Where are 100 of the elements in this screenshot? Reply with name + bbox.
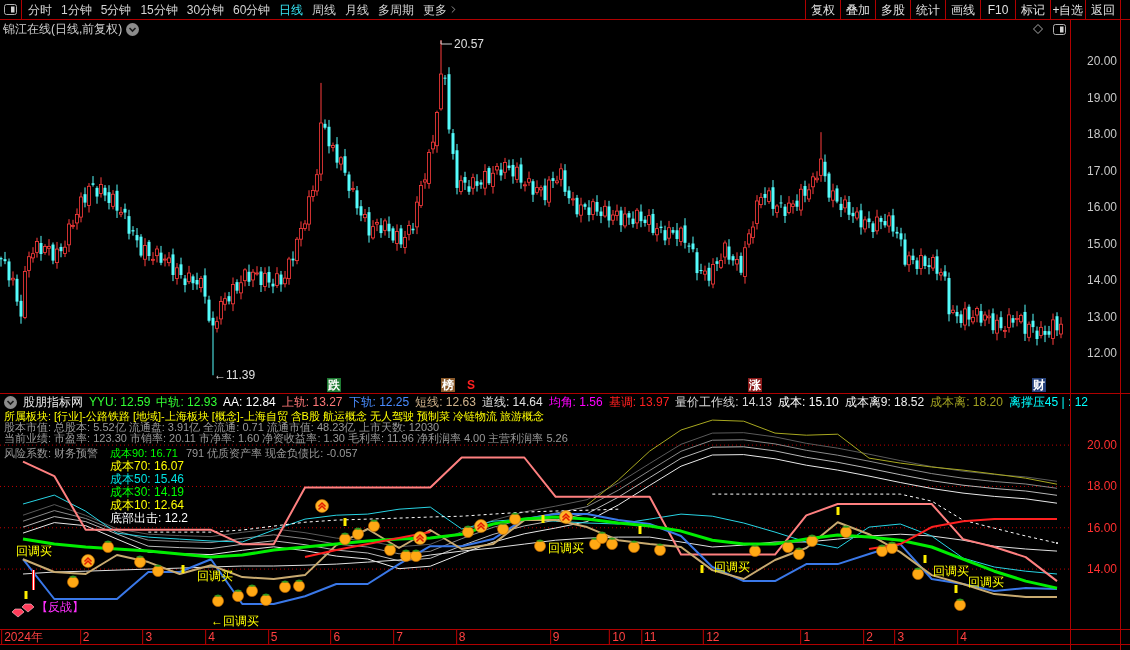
- signal-bar-icon: [923, 555, 927, 563]
- signal-bar-icon: [836, 507, 840, 515]
- event-marker[interactable]: 跌: [327, 378, 341, 392]
- time-axis-label: 7: [393, 630, 405, 644]
- fruit-icon: [509, 512, 521, 525]
- fruit-icon: [368, 519, 380, 532]
- fruit-icon: [912, 567, 924, 580]
- period-tab[interactable]: 30分钟: [186, 0, 225, 19]
- price-axis-label: 14.00: [1086, 273, 1117, 287]
- price-axis-label: 17.00: [1086, 163, 1117, 178]
- info-line: 791 优质资产率 现金负债比: -0.057: [185, 447, 358, 460]
- price-axis-label: 13.00: [1086, 309, 1117, 324]
- indicator-axis-label: 18.00: [1086, 479, 1117, 494]
- price-axis-label: 20.00: [1086, 54, 1117, 68]
- period-tab[interactable]: 多周期: [378, 0, 415, 19]
- panel-toggle-icon[interactable]: [4, 4, 17, 15]
- price-axis-label: 18.00: [1086, 127, 1117, 141]
- cost-line: 成本70: 16.07: [110, 460, 185, 473]
- period-tab[interactable]: 日线: [279, 0, 304, 19]
- cost-line: 底部出击: 12.2: [110, 512, 189, 525]
- period-tab[interactable]: 周线: [312, 0, 337, 19]
- dropdown-icon[interactable]: [4, 395, 17, 409]
- signal-label: 回调买: [968, 576, 1004, 588]
- cost-line: 成本50: 15.46: [110, 473, 185, 486]
- signal-bar-icon: [181, 565, 185, 573]
- high-price-label: 20.57: [454, 38, 485, 50]
- signal-bar-icon: [954, 585, 958, 593]
- panel-toggle-icon[interactable]: [1053, 23, 1066, 35]
- period-tab[interactable]: 分时: [28, 0, 52, 19]
- signal-bar-icon: [32, 570, 35, 590]
- toolbar-button[interactable]: 返回: [1085, 0, 1120, 19]
- fruit-icon: [400, 549, 412, 562]
- more-menu[interactable]: 更多: [423, 0, 460, 19]
- event-marker[interactable]: 榜: [441, 378, 455, 392]
- cost-line: 成本10: 12.64: [110, 499, 185, 512]
- fruit-icon: [246, 584, 258, 597]
- toolbar-button[interactable]: 标记: [1015, 0, 1050, 19]
- time-axis-label: 2024年: [1, 630, 45, 644]
- period-tab[interactable]: 15分钟: [140, 0, 178, 19]
- info-line: 股本市值: 总股本: 5.52亿 流通盘: 3.91亿 全流通: 0.71 流通市值: 48.23亿 上市天数: 12030: [4, 422, 440, 433]
- fruit-icon: [67, 575, 79, 588]
- indicator-value: 离撑压45 | : 12: [1008, 394, 1088, 410]
- time-axis-label: 10: [609, 630, 628, 644]
- event-marker[interactable]: S: [467, 378, 475, 392]
- fruit-icon: [102, 540, 114, 553]
- time-axis-label: 11: [640, 630, 659, 644]
- price-axis-label: 16.00: [1086, 200, 1117, 214]
- indicator-axis-label: 20.00: [1086, 438, 1117, 453]
- chart-title: 锦江在线(日线,前复权): [3, 21, 123, 37]
- fruit-icon: [232, 589, 244, 602]
- period-tab[interactable]: 月线: [345, 0, 370, 19]
- signal-bar-icon: [638, 526, 642, 534]
- toolbar-button[interactable]: F10: [980, 0, 1015, 19]
- chevron-badge-icon: [413, 531, 427, 545]
- diamond-icon[interactable]: [1033, 24, 1043, 34]
- signal-bar-icon: [24, 591, 28, 599]
- period-tab[interactable]: 1分钟: [61, 0, 92, 19]
- indicator-value: AA: 12.84: [223, 394, 276, 410]
- indicator-axis-label: 16.00: [1086, 520, 1117, 535]
- signal-label: 【反战】: [36, 601, 84, 613]
- fruit-icon: [462, 525, 474, 538]
- indicator-value: 基调: 13.97: [608, 394, 670, 410]
- price-axis-label: 12.00: [1086, 346, 1117, 360]
- time-axis-label: 2: [863, 630, 875, 644]
- period-tab[interactable]: 5分钟: [100, 0, 132, 19]
- fruit-icon: [260, 593, 272, 606]
- toolbar-button[interactable]: +自选: [1050, 0, 1085, 19]
- fruit-icon: [152, 564, 164, 577]
- event-marker[interactable]: 涨: [748, 378, 762, 392]
- fruit-icon: [279, 580, 291, 593]
- chevron-badge-icon: [474, 519, 488, 533]
- indicator-value: YYU: 12.59: [89, 394, 151, 410]
- time-axis-label: 8: [455, 630, 468, 644]
- dropdown-icon[interactable]: [126, 22, 140, 36]
- fruit-icon: [384, 543, 396, 556]
- fruit-icon: [212, 594, 224, 607]
- info-line: 当前业绩: 市盈率: 123.30 市销率: 20.11 市净率: 1.60 净资收益率: 1.30 毛利率: 11.96 净利润率 4.00 主营利润率 5.26: [4, 433, 568, 444]
- event-marker[interactable]: 财: [1032, 378, 1046, 392]
- time-axis-label: 1: [800, 630, 813, 644]
- toolbar-button[interactable]: 统计: [910, 0, 945, 19]
- fruit-icon: [293, 579, 305, 592]
- chevron-badge-icon: [81, 554, 95, 568]
- indicator-name: 股朋指标网: [23, 394, 83, 410]
- indicator-value: 成本离: 18.20: [930, 394, 1003, 410]
- time-axis-label: 6: [330, 630, 343, 644]
- indicator-value: 短线: 12.63: [415, 394, 476, 410]
- fruit-icon: [410, 549, 422, 562]
- toolbar-button[interactable]: 叠加: [840, 0, 875, 19]
- fruit-icon: [886, 541, 898, 554]
- gem-icon: [21, 603, 35, 613]
- fruit-icon: [806, 534, 818, 547]
- price-axis-label: 19.00: [1086, 90, 1117, 105]
- time-axis-label: 4: [205, 630, 217, 644]
- chevron-badge-icon: [559, 510, 573, 524]
- period-tab[interactable]: 60分钟: [233, 0, 271, 19]
- signal-label: 回调买: [16, 545, 52, 557]
- toolbar-button[interactable]: 多股: [875, 0, 910, 19]
- toolbar-button[interactable]: 画线: [945, 0, 980, 19]
- toolbar-button[interactable]: 复权: [805, 0, 840, 19]
- fruit-icon: [782, 540, 794, 553]
